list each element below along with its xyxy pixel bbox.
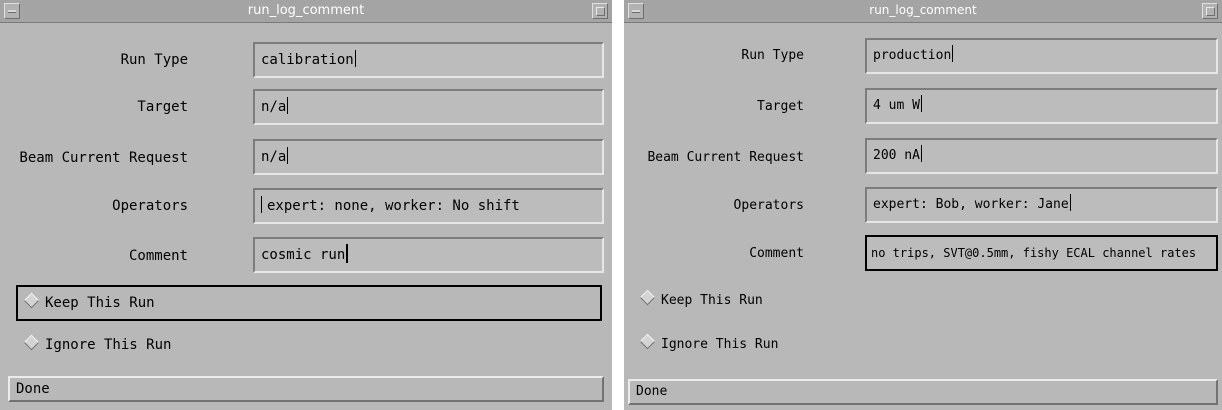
text-cursor	[920, 145, 922, 162]
beam-current-request-label: Beam Current Request	[19, 150, 188, 166]
maximize-button[interactable]	[1202, 3, 1218, 19]
text-cursor	[287, 147, 289, 164]
beam-current-request-field[interactable]: n/a	[253, 139, 604, 175]
run-type-field[interactable]: calibration	[253, 42, 604, 78]
window-title: run_log_comment	[247, 3, 365, 18]
target-value: 4 um W	[873, 98, 920, 113]
beam-current-request-field[interactable]: 200 nA	[865, 138, 1218, 174]
ignore-this-run-radio[interactable]: Ignore This Run	[632, 327, 1218, 363]
operators-value: expert: none, worker: No shift	[267, 198, 520, 214]
i-beam-cursor	[346, 244, 349, 263]
title-bar: run_log_comment	[624, 0, 1222, 23]
run-type-value: production	[873, 48, 952, 63]
radio-diamond-icon	[23, 334, 40, 351]
maximize-button[interactable]	[592, 3, 608, 19]
operators-label: Operators	[112, 198, 188, 214]
text-cursor	[287, 97, 289, 114]
keep-this-run-label: Keep This Run	[45, 295, 155, 311]
ignore-this-run-radio[interactable]: Ignore This Run	[16, 327, 602, 363]
comment-field[interactable]: cosmic run	[253, 237, 604, 273]
done-button[interactable]: Done	[628, 379, 1218, 405]
target-value: n/a	[261, 99, 287, 115]
ignore-this-run-label: Ignore This Run	[661, 337, 779, 352]
radio-diamond-icon	[639, 289, 656, 306]
radio-diamond-icon	[23, 292, 40, 309]
run-type-label: Run Type	[120, 52, 188, 68]
text-cursor	[261, 196, 262, 213]
text-cursor	[354, 50, 356, 67]
run-type-field[interactable]: production	[865, 38, 1218, 74]
operators-field[interactable]: expert: Bob, worker: Jane	[865, 187, 1218, 223]
beam-current-request-value: n/a	[261, 149, 287, 165]
text-cursor	[1069, 194, 1071, 211]
comment-field[interactable]: no trips, SVT@0.5mm, fishy ECAL channel …	[865, 235, 1218, 271]
done-button[interactable]: Done	[8, 376, 604, 402]
comment-value: cosmic run	[261, 247, 346, 263]
target-label: Target	[757, 99, 804, 114]
keep-this-run-radio[interactable]: Keep This Run	[632, 283, 1218, 319]
run-log-comment-window-right: run_log_comment Run Type production Targ…	[624, 0, 1222, 410]
operators-value: expert: Bob, worker: Jane	[873, 197, 1069, 212]
operators-field[interactable]: expert: none, worker: No shift	[253, 188, 604, 224]
run-type-value: calibration	[261, 52, 354, 68]
beam-current-request-value: 200 nA	[873, 148, 920, 163]
target-field[interactable]: n/a	[253, 89, 604, 125]
comment-label: Comment	[749, 246, 804, 261]
text-cursor	[952, 45, 954, 62]
target-field[interactable]: 4 um W	[865, 88, 1218, 124]
radio-diamond-icon	[639, 333, 656, 350]
window-title: run_log_comment	[869, 3, 977, 17]
keep-this-run-radio[interactable]: Keep This Run	[16, 285, 602, 321]
title-bar: run_log_comment	[0, 0, 612, 23]
keep-this-run-label: Keep This Run	[661, 293, 763, 308]
run-type-label: Run Type	[741, 48, 804, 63]
beam-current-request-label: Beam Current Request	[647, 150, 804, 165]
operators-label: Operators	[733, 198, 804, 213]
text-cursor	[920, 95, 922, 112]
run-log-comment-window-left: run_log_comment Run Type calibration Tar…	[0, 0, 612, 410]
ignore-this-run-label: Ignore This Run	[45, 337, 172, 353]
target-label: Target	[137, 99, 188, 115]
comment-label: Comment	[128, 248, 188, 264]
